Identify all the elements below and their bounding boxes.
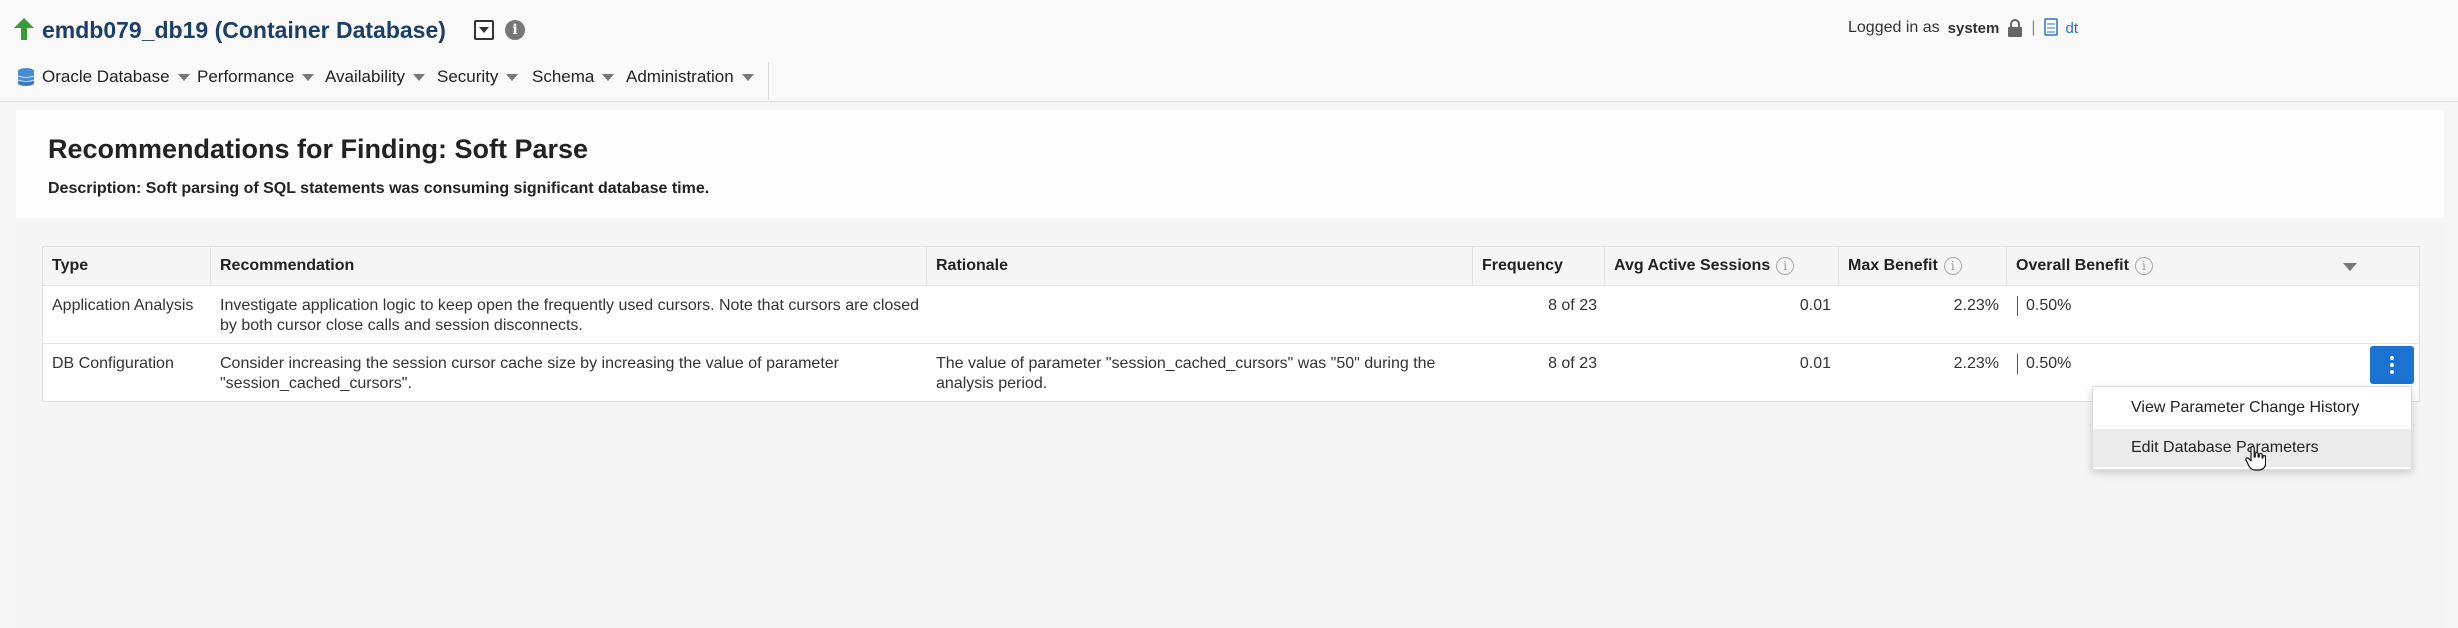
separator: | (2031, 19, 2036, 36)
cell-overall-benefit: 0.50% (2026, 355, 2072, 372)
cell-frequency: 8 of 23 (1548, 297, 1597, 314)
cell-overall-benefit: 0.50% (2026, 297, 2072, 314)
chevron-down-icon (506, 73, 519, 81)
page-title: Recommendations for Finding: Soft Parse (48, 134, 589, 164)
cell-type: Application Analysis (52, 297, 194, 314)
column-header-overall-benefit[interactable]: Overall Benefit i (2007, 247, 2419, 285)
hand-cursor-icon (2245, 446, 2266, 471)
menu-label: Performance (197, 67, 295, 86)
cell-avg-active-sessions: 0.01 (1799, 297, 1831, 314)
info-icon[interactable]: i (1776, 256, 1795, 275)
menu-divider (768, 62, 769, 100)
column-header-rationale[interactable]: Rationale (927, 247, 1473, 285)
column-label: Type (52, 257, 89, 274)
column-label: Frequency (1482, 257, 1563, 274)
title-dropdown-icon[interactable] (474, 20, 494, 40)
chevron-down-icon (602, 73, 615, 81)
column-header-avg-active-sessions[interactable]: Avg Active Sessions i (1605, 247, 1839, 285)
chevron-down-icon (177, 73, 190, 81)
up-arrow-status-icon (14, 18, 34, 40)
lock-icon (2008, 19, 2023, 37)
column-header-recommendation[interactable]: Recommendation (211, 247, 927, 285)
menu-oracle-database[interactable]: Oracle Database (16, 66, 190, 88)
cell-avg-active-sessions: 0.01 (1799, 355, 1831, 372)
column-header-frequency[interactable]: Frequency (1473, 247, 1605, 285)
menu-schema[interactable]: Schema (532, 66, 615, 88)
column-header-type[interactable]: Type (43, 247, 211, 285)
kebab-dot (2390, 363, 2394, 367)
column-label: Overall Benefit (2016, 257, 2129, 274)
cell-max-benefit: 2.23% (1953, 355, 1999, 372)
kebab-dot (2390, 370, 2394, 374)
database-title[interactable]: emdb079_db19 (Container Database) (42, 17, 446, 44)
table-row[interactable]: Application Analysis Investigate applica… (43, 285, 2419, 343)
menu-label: Availability (325, 67, 406, 86)
kebab-dot (2390, 356, 2394, 360)
menu-label: Administration (626, 67, 734, 86)
database-icon (17, 68, 35, 86)
table-row[interactable]: DB Configuration Consider increasing the… (43, 343, 2419, 401)
column-header-max-benefit[interactable]: Max Benefit i (1839, 247, 2007, 285)
cell-rationale: The value of parameter "session_cached_c… (936, 355, 1436, 392)
column-label: Max Benefit (1848, 257, 1938, 274)
benefit-bar (2017, 296, 2018, 316)
chevron-down-icon (413, 73, 426, 81)
server-icon (2043, 18, 2058, 36)
column-label: Avg Active Sessions (1614, 257, 1771, 274)
cell-type: DB Configuration (52, 355, 174, 372)
menu-label: Security (437, 67, 499, 86)
chevron-down-icon (302, 73, 315, 81)
menu-security[interactable]: Security (437, 66, 519, 88)
column-menu-chevron-icon[interactable] (2343, 263, 2357, 271)
logged-in-user[interactable]: system (1948, 20, 2000, 37)
column-label: Rationale (936, 257, 1009, 274)
cell-recommendation: Consider increasing the session cursor c… (220, 355, 839, 392)
menu-label: Schema (532, 67, 595, 86)
recommendations-table: Type Recommendation Rationale Frequency … (42, 246, 2420, 402)
cell-frequency: 8 of 23 (1548, 355, 1597, 372)
column-label: Recommendation (220, 257, 355, 274)
logged-in-label: Logged in as (1848, 19, 1940, 36)
menu-administration[interactable]: Administration (626, 66, 754, 88)
cell-recommendation: Investigate application logic to keep op… (220, 297, 920, 334)
info-icon[interactable]: i (1943, 256, 1962, 275)
finding-description: Description: Soft parsing of SQL stateme… (48, 180, 710, 197)
menu-item-view-parameter-change-history[interactable]: View Parameter Change History (2093, 389, 2411, 427)
row-actions-button[interactable] (2370, 346, 2414, 384)
benefit-bar (2017, 354, 2018, 374)
info-icon[interactable]: i (505, 20, 525, 40)
chevron-down-icon (741, 73, 754, 81)
menu-performance[interactable]: Performance (197, 66, 315, 88)
info-icon[interactable]: i (2134, 256, 2153, 275)
menu-label: Oracle Database (42, 67, 170, 86)
menu-availability[interactable]: Availability (325, 66, 426, 88)
cell-max-benefit: 2.23% (1953, 297, 1999, 314)
login-area: Logged in as system | dt (1848, 17, 2078, 39)
host-link[interactable]: dt (2066, 20, 2079, 37)
